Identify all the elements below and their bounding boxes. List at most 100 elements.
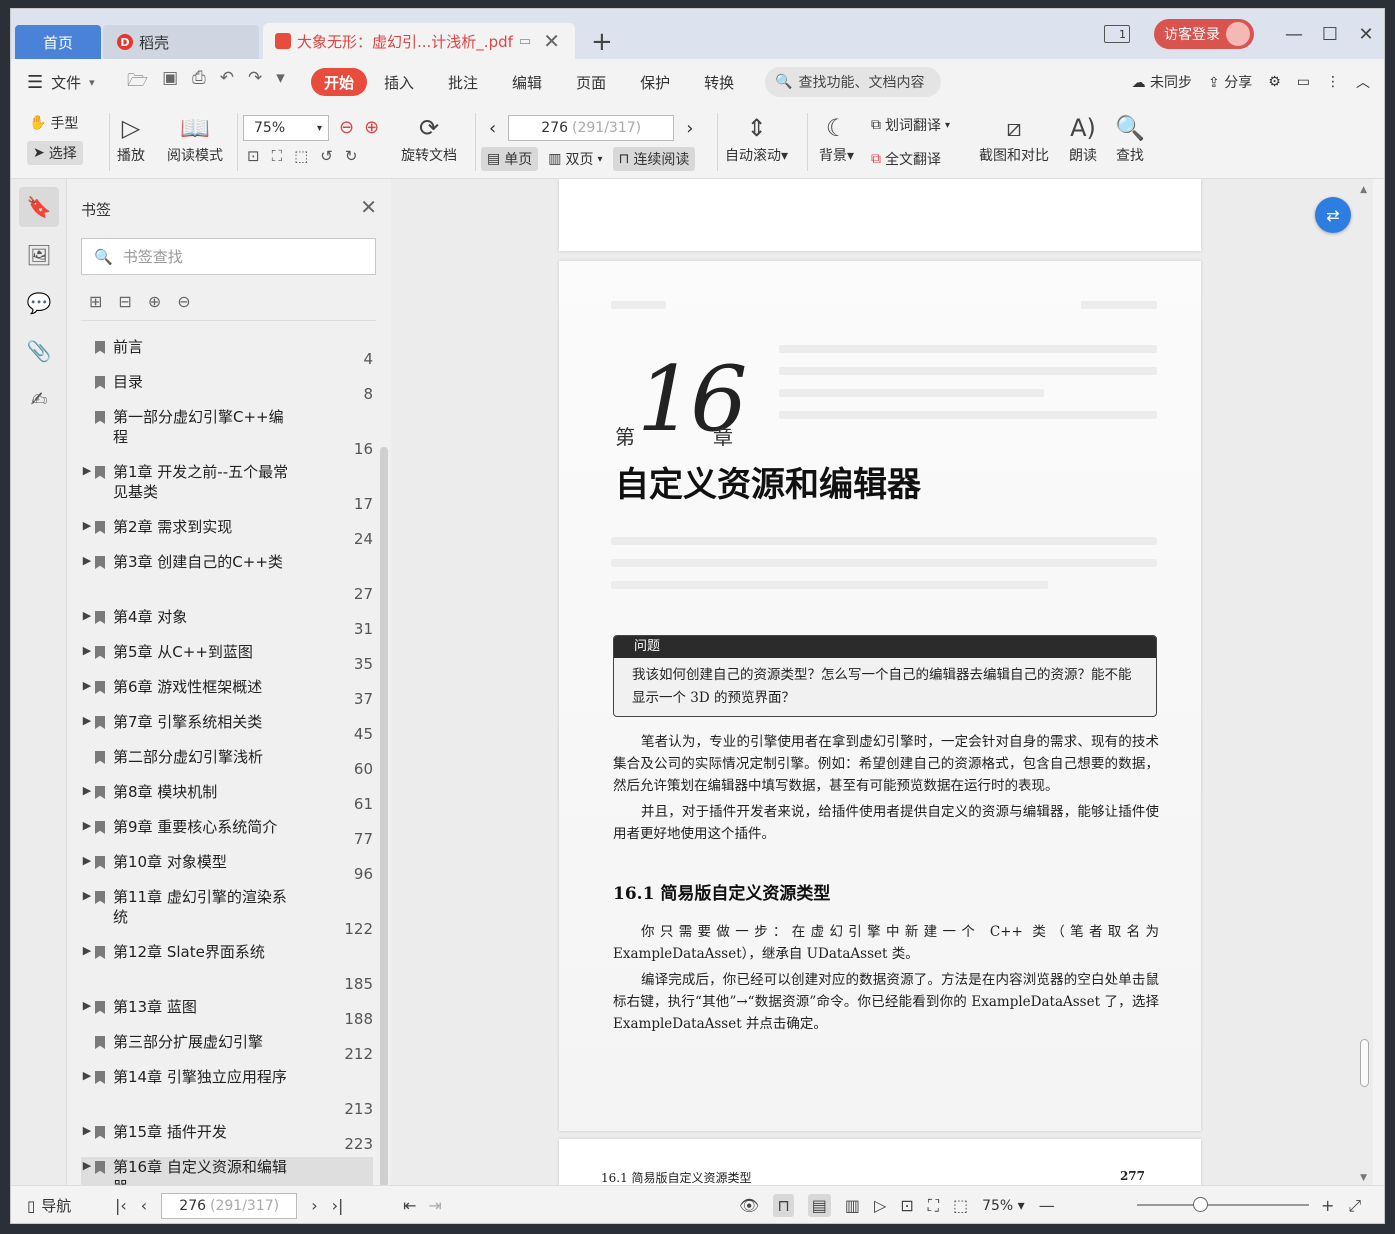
bookmark-item[interactable]: ▶ 第15章 插件开发 223: [81, 1122, 373, 1157]
expand-arrow-icon[interactable]: ▶: [81, 784, 93, 797]
close-icon[interactable]: ✕: [360, 195, 377, 219]
guest-login-button[interactable]: 访客登录: [1154, 19, 1254, 49]
expand-arrow-icon[interactable]: ▶: [81, 999, 93, 1012]
prev-page-icon[interactable]: ‹: [141, 1196, 147, 1215]
double-page-view-icon[interactable]: ▥: [845, 1196, 860, 1215]
full-translate-button[interactable]: ⧉ 全文翻译: [871, 149, 941, 169]
continuous-view-icon[interactable]: ⊓: [773, 1194, 794, 1217]
hand-tool-button[interactable]: ✋ 手型: [29, 113, 78, 133]
open-folder-icon[interactable]: 🗁: [127, 68, 148, 97]
bookmark-item[interactable]: 第一部分虚幻引擎C++编程 16: [81, 407, 373, 462]
bookmark-item[interactable]: ▶ 第5章 从C++到蓝图 35: [81, 642, 373, 677]
expand-arrow-icon[interactable]: ▶: [81, 679, 93, 692]
eye-protection-icon[interactable]: 👁: [739, 1196, 759, 1215]
ribbon-tab[interactable]: 页面: [559, 68, 623, 96]
add-bookmark-icon[interactable]: ⊕: [148, 292, 161, 311]
screen-switch-icon[interactable]: ⇄: [1315, 197, 1351, 233]
navigation-toggle[interactable]: ▯ 导航: [27, 1195, 71, 1216]
more-dropdown-icon[interactable]: ▾: [276, 68, 285, 97]
play-button[interactable]: ▷ 播放: [117, 111, 145, 165]
tab-home[interactable]: 首页: [15, 25, 101, 59]
read-aloud-button[interactable]: A) 朗读: [1069, 111, 1097, 165]
fit-page-icon[interactable]: ⛶: [928, 1196, 939, 1216]
remove-bookmark-icon[interactable]: ⊖: [177, 292, 190, 311]
bookmark-item[interactable]: ▶ 第12章 Slate界面系统 185: [81, 942, 373, 997]
bookmark-panel-icon[interactable]: 🔖: [19, 187, 59, 227]
read-mode-button[interactable]: 📖 阅读模式: [167, 111, 223, 165]
screenshot-compare-button[interactable]: ⧄ 截图和对比: [979, 111, 1049, 165]
bookmark-item[interactable]: ▶ 第1章 开发之前--五个最常见基类 17: [81, 462, 373, 517]
monitor-icon[interactable]: ▭: [519, 34, 531, 49]
ribbon-tab[interactable]: 编辑: [495, 68, 559, 96]
back-icon[interactable]: ⇤: [403, 1196, 416, 1215]
save-icon[interactable]: ▣: [162, 68, 178, 97]
status-page-input[interactable]: 276 (291/317): [161, 1192, 298, 1219]
actual-size-icon[interactable]: ⊡: [900, 1196, 913, 1215]
scroll-up-icon[interactable]: ▲: [1360, 185, 1367, 195]
select-tool-button[interactable]: ➤ 选择: [27, 141, 83, 165]
comment-panel-icon[interactable]: 💬: [19, 283, 59, 323]
bookmark-item[interactable]: 第三部分扩展虚幻引擎 212: [81, 1032, 373, 1067]
fit-width-icon[interactable]: ⬚: [294, 147, 308, 165]
zoom-slider[interactable]: [1137, 1197, 1309, 1212]
bookmark-item[interactable]: ▶ 第2章 需求到实现 24: [81, 517, 373, 552]
share-button[interactable]: ⇪ 分享: [1208, 72, 1252, 92]
play-icon[interactable]: ▷: [874, 1196, 886, 1215]
document-scrollbar-thumb[interactable]: [1360, 1039, 1369, 1087]
first-page-icon[interactable]: |‹: [115, 1196, 127, 1215]
print-icon[interactable]: ⎙: [192, 68, 206, 97]
comment-icon[interactable]: ▭: [1297, 74, 1310, 90]
minimize-icon[interactable]: —: [1276, 24, 1312, 45]
file-menu[interactable]: ☰ 文件 ▾: [11, 72, 121, 93]
rotate-left-icon[interactable]: ↺: [320, 147, 333, 165]
next-page-icon[interactable]: ›: [311, 1196, 317, 1215]
expand-arrow-icon[interactable]: ▶: [81, 1069, 93, 1082]
find-button[interactable]: 🔍 查找: [1115, 111, 1145, 165]
signature-panel-icon[interactable]: ✍: [19, 379, 59, 419]
last-page-icon[interactable]: ›|: [332, 1196, 344, 1215]
bookmark-item[interactable]: ▶ 第4章 对象 31: [81, 607, 373, 642]
ribbon-tab[interactable]: 开始: [311, 68, 368, 96]
expand-arrow-icon[interactable]: ▶: [81, 609, 93, 622]
zoom-in-icon[interactable]: ⊕: [364, 117, 379, 138]
attachment-panel-icon[interactable]: 📎: [19, 331, 59, 371]
more-vertical-icon[interactable]: ⋮: [1326, 74, 1340, 90]
search-function-box[interactable]: 🔍 查找功能、文档内容: [765, 67, 942, 97]
zoom-select[interactable]: 75% ▾: [243, 115, 329, 141]
tab-docer[interactable]: D 稻壳: [103, 25, 259, 59]
zoom-out-icon[interactable]: ⊖: [339, 117, 354, 138]
next-page-icon[interactable]: ›: [686, 118, 693, 139]
rotate-document-button[interactable]: ⟳ 旋转文档: [401, 111, 457, 165]
expand-all-icon[interactable]: ⊞: [89, 292, 102, 311]
expand-arrow-icon[interactable]: ▶: [81, 519, 93, 532]
expand-arrow-icon[interactable]: ▶: [81, 554, 93, 567]
zoom-in-icon[interactable]: +: [1321, 1196, 1334, 1215]
zoom-out-icon[interactable]: —: [1039, 1196, 1055, 1215]
ribbon-tab[interactable]: 转换: [687, 68, 751, 96]
double-page-button[interactable]: ▥ 双页 ▾: [542, 147, 608, 171]
close-window-icon[interactable]: ✕: [1348, 24, 1384, 45]
word-translate-button[interactable]: ⧉ 划词翻译 ▾: [871, 115, 950, 135]
bookmark-item[interactable]: ▶ 第14章 引擎独立应用程序 213: [81, 1067, 373, 1122]
single-page-button[interactable]: ▤ 单页: [481, 147, 539, 171]
expand-arrow-icon[interactable]: ▶: [81, 889, 93, 902]
window-layout-icon[interactable]: 1: [1104, 25, 1130, 43]
expand-arrow-icon[interactable]: ▶: [81, 819, 93, 832]
forward-icon[interactable]: ⇥: [428, 1196, 441, 1215]
bookmark-item[interactable]: ▶ 第8章 模块机制 61: [81, 782, 373, 817]
bookmark-item[interactable]: 前言 4: [81, 337, 373, 372]
expand-arrow-icon[interactable]: ▶: [81, 1124, 93, 1137]
settings-icon[interactable]: ⚙: [1268, 74, 1281, 90]
actual-size-icon[interactable]: ⊡: [247, 147, 260, 165]
bookmark-item[interactable]: ▶ 第13章 蓝图 188: [81, 997, 373, 1032]
bookmark-item[interactable]: ▶ 第11章 虚幻引擎的渲染系统 122: [81, 887, 373, 942]
expand-arrow-icon[interactable]: ▶: [81, 944, 93, 957]
single-page-view-icon[interactable]: ▤: [807, 1194, 831, 1217]
expand-arrow-icon[interactable]: ▶: [81, 1159, 93, 1172]
fullscreen-icon[interactable]: ⤢: [1348, 1196, 1361, 1216]
bookmark-item[interactable]: ▶ 第6章 游戏性框架概述 37: [81, 677, 373, 712]
redo-icon[interactable]: ↷: [248, 68, 262, 97]
continuous-read-button[interactable]: ⊓ 连续阅读: [612, 147, 696, 171]
rotate-right-icon[interactable]: ↻: [345, 147, 358, 165]
bookmark-item[interactable]: 目录 8: [81, 372, 373, 407]
